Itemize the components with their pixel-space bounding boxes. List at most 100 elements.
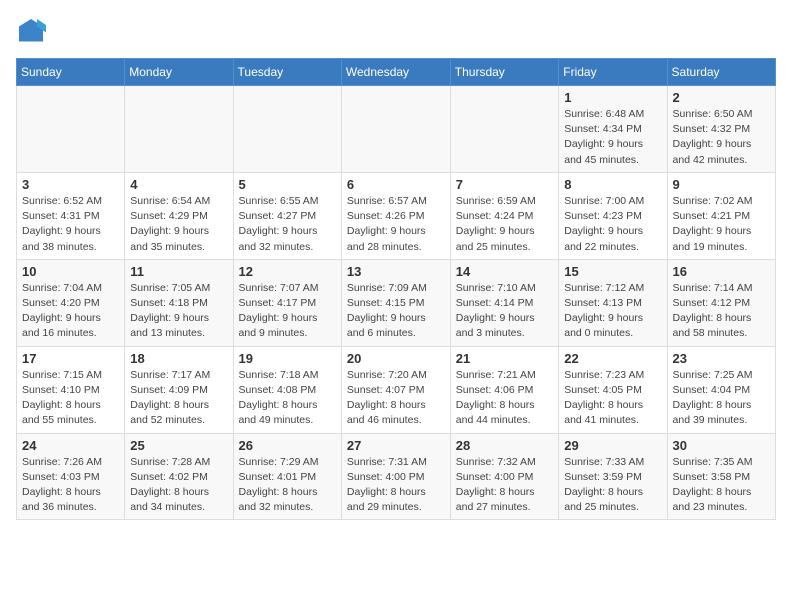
calendar-cell: 10Sunrise: 7:04 AM Sunset: 4:20 PM Dayli… xyxy=(17,259,125,346)
calendar-header-wednesday: Wednesday xyxy=(341,59,450,86)
calendar-cell xyxy=(341,86,450,173)
calendar-week-2: 3Sunrise: 6:52 AM Sunset: 4:31 PM Daylig… xyxy=(17,172,776,259)
calendar-cell: 28 Sunrise: 7:32 AM Sunset: 4:00 PM Dayli… xyxy=(450,433,558,520)
day-info: Sunrise: 6:48 AM Sunset: 4:34 PM Dayligh… xyxy=(564,107,661,168)
calendar-week-5: 24 Sunrise: 7:26 AM Sunset: 4:03 PM Dayli… xyxy=(17,433,776,520)
day-number: 13 xyxy=(347,264,445,279)
day-info: Sunrise: 7:20 AM Sunset: 4:07 PM Dayligh… xyxy=(347,368,445,429)
day-info: Sunrise: 7:18 AM Sunset: 4:08 PM Dayligh… xyxy=(239,368,336,429)
calendar-cell xyxy=(17,86,125,173)
day-info: Sunrise: 7:26 AM Sunset: 4:03 PM Dayligh… xyxy=(22,455,119,516)
calendar-cell: 8 Sunrise: 7:00 AM Sunset: 4:23 PM Daylig… xyxy=(559,172,667,259)
day-info: Sunrise: 6:59 AM Sunset: 4:24 PM Dayligh… xyxy=(456,194,553,255)
day-info: Sunrise: 7:28 AM Sunset: 4:02 PM Dayligh… xyxy=(130,455,227,516)
calendar-header-friday: Friday xyxy=(559,59,667,86)
calendar-cell: 25 Sunrise: 7:28 AM Sunset: 4:02 PM Dayli… xyxy=(125,433,233,520)
calendar-week-1: 1 Sunrise: 6:48 AM Sunset: 4:34 PM Daylig… xyxy=(17,86,776,173)
calendar-cell: 6Sunrise: 6:57 AM Sunset: 4:26 PM Daylig… xyxy=(341,172,450,259)
day-info: Sunrise: 7:00 AM Sunset: 4:23 PM Dayligh… xyxy=(564,194,661,255)
day-number: 14 xyxy=(456,264,553,279)
day-number: 25 xyxy=(130,438,227,453)
day-number: 29 xyxy=(564,438,661,453)
calendar-header-thursday: Thursday xyxy=(450,59,558,86)
calendar-cell: 19 Sunrise: 7:18 AM Sunset: 4:08 PM Dayli… xyxy=(233,346,341,433)
calendar-header-monday: Monday xyxy=(125,59,233,86)
day-number: 26 xyxy=(239,438,336,453)
calendar-cell: 22 Sunrise: 7:23 AM Sunset: 4:05 PM Dayli… xyxy=(559,346,667,433)
day-number: 9 xyxy=(673,177,770,192)
day-number: 5 xyxy=(239,177,336,192)
day-number: 20 xyxy=(347,351,445,366)
day-info: Sunrise: 7:23 AM Sunset: 4:05 PM Dayligh… xyxy=(564,368,661,429)
day-info: Sunrise: 7:31 AM Sunset: 4:00 PM Dayligh… xyxy=(347,455,445,516)
calendar-table: SundayMondayTuesdayWednesdayThursdayFrid… xyxy=(16,58,776,520)
calendar-cell: 24 Sunrise: 7:26 AM Sunset: 4:03 PM Dayli… xyxy=(17,433,125,520)
day-number: 2 xyxy=(673,90,770,105)
day-number: 1 xyxy=(564,90,661,105)
calendar-cell xyxy=(450,86,558,173)
day-number: 21 xyxy=(456,351,553,366)
calendar-cell: 13Sunrise: 7:09 AM Sunset: 4:15 PM Dayli… xyxy=(341,259,450,346)
calendar-cell: 21 Sunrise: 7:21 AM Sunset: 4:06 PM Dayli… xyxy=(450,346,558,433)
calendar-header-row: SundayMondayTuesdayWednesdayThursdayFrid… xyxy=(17,59,776,86)
calendar-cell: 9 Sunrise: 7:02 AM Sunset: 4:21 PM Daylig… xyxy=(667,172,775,259)
calendar-week-3: 10Sunrise: 7:04 AM Sunset: 4:20 PM Dayli… xyxy=(17,259,776,346)
page-header xyxy=(16,16,776,46)
day-number: 18 xyxy=(130,351,227,366)
calendar-cell: 11Sunrise: 7:05 AM Sunset: 4:18 PM Dayli… xyxy=(125,259,233,346)
calendar-header-sunday: Sunday xyxy=(17,59,125,86)
calendar-cell: 18 Sunrise: 7:17 AM Sunset: 4:09 PM Dayli… xyxy=(125,346,233,433)
day-info: Sunrise: 7:15 AM Sunset: 4:10 PM Dayligh… xyxy=(22,368,119,429)
day-number: 24 xyxy=(22,438,119,453)
calendar-header-tuesday: Tuesday xyxy=(233,59,341,86)
day-info: Sunrise: 7:12 AM Sunset: 4:13 PM Dayligh… xyxy=(564,281,661,342)
logo xyxy=(16,16,50,46)
calendar-cell: 20 Sunrise: 7:20 AM Sunset: 4:07 PM Dayli… xyxy=(341,346,450,433)
calendar-cell: 4 Sunrise: 6:54 AM Sunset: 4:29 PM Daylig… xyxy=(125,172,233,259)
day-number: 27 xyxy=(347,438,445,453)
calendar-cell xyxy=(125,86,233,173)
day-info: Sunrise: 7:02 AM Sunset: 4:21 PM Dayligh… xyxy=(673,194,770,255)
day-number: 8 xyxy=(564,177,661,192)
day-info: Sunrise: 7:05 AM Sunset: 4:18 PM Dayligh… xyxy=(130,281,227,342)
day-number: 6 xyxy=(347,177,445,192)
day-number: 28 xyxy=(456,438,553,453)
day-info: Sunrise: 7:10 AM Sunset: 4:14 PM Dayligh… xyxy=(456,281,553,342)
calendar-cell: 23 Sunrise: 7:25 AM Sunset: 4:04 PM Dayli… xyxy=(667,346,775,433)
calendar-cell: 26Sunrise: 7:29 AM Sunset: 4:01 PM Dayli… xyxy=(233,433,341,520)
day-info: Sunrise: 7:07 AM Sunset: 4:17 PM Dayligh… xyxy=(239,281,336,342)
day-info: Sunrise: 7:32 AM Sunset: 4:00 PM Dayligh… xyxy=(456,455,553,516)
logo-icon xyxy=(16,16,46,46)
day-info: Sunrise: 7:35 AM Sunset: 3:58 PM Dayligh… xyxy=(673,455,770,516)
calendar-cell: 12 Sunrise: 7:07 AM Sunset: 4:17 PM Dayli… xyxy=(233,259,341,346)
day-info: Sunrise: 6:54 AM Sunset: 4:29 PM Dayligh… xyxy=(130,194,227,255)
day-info: Sunrise: 7:14 AM Sunset: 4:12 PM Dayligh… xyxy=(673,281,770,342)
day-number: 22 xyxy=(564,351,661,366)
calendar-cell: 3Sunrise: 6:52 AM Sunset: 4:31 PM Daylig… xyxy=(17,172,125,259)
calendar-cell: 2 Sunrise: 6:50 AM Sunset: 4:32 PM Daylig… xyxy=(667,86,775,173)
day-info: Sunrise: 6:52 AM Sunset: 4:31 PM Dayligh… xyxy=(22,194,119,255)
calendar-cell: 30 Sunrise: 7:35 AM Sunset: 3:58 PM Dayli… xyxy=(667,433,775,520)
day-number: 12 xyxy=(239,264,336,279)
day-number: 16 xyxy=(673,264,770,279)
day-number: 7 xyxy=(456,177,553,192)
day-number: 19 xyxy=(239,351,336,366)
calendar-cell: 29 Sunrise: 7:33 AM Sunset: 3:59 PM Dayli… xyxy=(559,433,667,520)
calendar-cell: 1 Sunrise: 6:48 AM Sunset: 4:34 PM Daylig… xyxy=(559,86,667,173)
day-info: Sunrise: 7:21 AM Sunset: 4:06 PM Dayligh… xyxy=(456,368,553,429)
day-number: 30 xyxy=(673,438,770,453)
day-number: 4 xyxy=(130,177,227,192)
calendar-cell: 27 Sunrise: 7:31 AM Sunset: 4:00 PM Dayli… xyxy=(341,433,450,520)
calendar-cell: 7 Sunrise: 6:59 AM Sunset: 4:24 PM Daylig… xyxy=(450,172,558,259)
day-info: Sunrise: 7:33 AM Sunset: 3:59 PM Dayligh… xyxy=(564,455,661,516)
day-info: Sunrise: 7:17 AM Sunset: 4:09 PM Dayligh… xyxy=(130,368,227,429)
day-number: 23 xyxy=(673,351,770,366)
day-info: Sunrise: 6:55 AM Sunset: 4:27 PM Dayligh… xyxy=(239,194,336,255)
day-number: 15 xyxy=(564,264,661,279)
calendar-cell: 16 Sunrise: 7:14 AM Sunset: 4:12 PM Dayli… xyxy=(667,259,775,346)
calendar-cell: 15 Sunrise: 7:12 AM Sunset: 4:13 PM Dayli… xyxy=(559,259,667,346)
day-info: Sunrise: 6:50 AM Sunset: 4:32 PM Dayligh… xyxy=(673,107,770,168)
day-number: 17 xyxy=(22,351,119,366)
calendar-header-saturday: Saturday xyxy=(667,59,775,86)
day-info: Sunrise: 7:25 AM Sunset: 4:04 PM Dayligh… xyxy=(673,368,770,429)
